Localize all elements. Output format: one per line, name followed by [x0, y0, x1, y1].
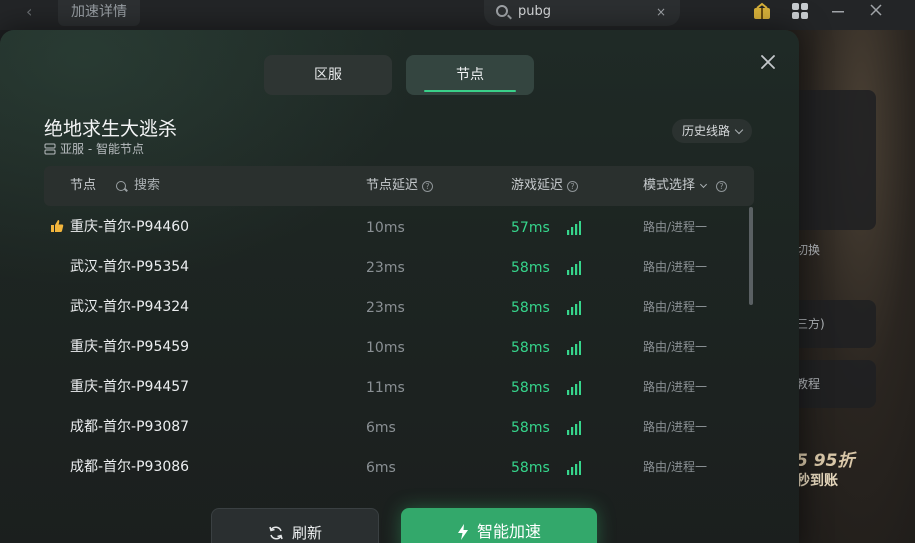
background-topbar: ‹ 加速详情 pubg × — [0, 0, 915, 30]
node-delay: 11ms — [366, 380, 405, 396]
scrollbar[interactable] — [749, 207, 753, 305]
server-info: 亚服 - 智能节点 — [44, 140, 144, 157]
smart-accelerate-button[interactable]: 智能加速 — [401, 508, 597, 543]
minimize-icon[interactable] — [828, 2, 848, 20]
mode-value[interactable]: 路由/进程一 — [643, 207, 707, 247]
node-name: 成都-首尔-P93086 — [70, 459, 190, 475]
thumbs-up-icon — [50, 219, 64, 237]
signal-strength-icon — [567, 341, 581, 355]
game-delay: 58ms — [511, 380, 550, 396]
game-delay: 58ms — [511, 460, 550, 476]
help-icon[interactable]: ? — [716, 180, 728, 192]
signal-strength-icon — [567, 421, 581, 435]
mode-value[interactable]: 路由/进程一 — [643, 447, 707, 487]
apps-grid-icon[interactable] — [790, 2, 810, 20]
clear-icon[interactable]: × — [656, 0, 666, 24]
mode-value[interactable]: 路由/进程一 — [643, 407, 707, 447]
chevron-down-icon — [699, 180, 708, 189]
mode-value[interactable]: 路由/进程一 — [643, 327, 707, 367]
chevron-down-icon — [734, 125, 744, 135]
search-icon — [116, 181, 126, 191]
signal-strength-icon — [567, 221, 581, 235]
promo-discount: 5 95折 — [796, 451, 855, 471]
node-name: 重庆-首尔-P94460 — [70, 219, 190, 235]
table-header: 节点 搜索 节点延迟? 游戏延迟? 模式选择? — [44, 166, 754, 206]
node-selection-dialog: 区服 节点 绝地求生大逃杀 亚服 - 智能节点 历史线路 节点 搜索 节点延迟?… — [0, 30, 799, 543]
help-icon[interactable]: ? — [567, 180, 579, 192]
mode-value[interactable]: 路由/进程一 — [643, 287, 707, 327]
tab-region[interactable]: 区服 — [264, 55, 392, 95]
help-icon[interactable]: ? — [422, 180, 434, 192]
window-close-icon[interactable] — [866, 2, 886, 20]
node-delay: 10ms — [366, 220, 405, 236]
background-card-switch: 切换 — [790, 90, 876, 257]
table-row[interactable]: 成都-首尔-P93087 6ms 58ms 路由/进程一 — [44, 407, 744, 447]
game-delay: 57ms — [511, 220, 550, 236]
background-card-tutorial: 教程 — [790, 360, 876, 408]
node-search-input[interactable]: 搜索 — [116, 166, 160, 206]
game-title: 绝地求生大逃杀 — [44, 118, 178, 140]
search-icon — [496, 5, 508, 17]
col-node: 节点 — [70, 178, 97, 193]
table-row[interactable]: 武汉-首尔-P94324 23ms 58ms 路由/进程一 — [44, 287, 744, 327]
refresh-button[interactable]: 刷新 — [211, 508, 379, 543]
table-row[interactable]: 武汉-首尔-P95354 23ms 58ms 路由/进程一 — [44, 247, 744, 287]
signal-strength-icon — [567, 261, 581, 275]
node-delay: 23ms — [366, 300, 405, 316]
history-route-button[interactable]: 历史线路 — [672, 119, 752, 143]
signal-strength-icon — [567, 301, 581, 315]
table-row[interactable]: 重庆-首尔-P94457 11ms 58ms 路由/进程一 — [44, 367, 744, 407]
node-delay: 6ms — [366, 420, 396, 436]
signal-strength-icon — [567, 381, 581, 395]
mode-value[interactable]: 路由/进程一 — [643, 367, 707, 407]
table-row[interactable]: 成都-首尔-P93086 6ms 58ms 路由/进程一 — [44, 447, 744, 487]
close-icon[interactable] — [758, 52, 778, 72]
background-card-third-party: 三方) — [790, 300, 876, 348]
node-delay: 23ms — [366, 260, 405, 276]
game-search-input[interactable]: pubg × — [484, 0, 680, 26]
node-delay: 6ms — [366, 460, 396, 476]
node-name: 重庆-首尔-P94457 — [70, 379, 190, 395]
tab-node[interactable]: 节点 — [406, 55, 534, 95]
node-name: 成都-首尔-P93087 — [70, 419, 190, 435]
signal-strength-icon — [567, 461, 581, 475]
node-list: 重庆-首尔-P94460 10ms 57ms 路由/进程一 武汉-首尔-P95354 23… — [44, 207, 744, 487]
node-delay: 10ms — [366, 340, 405, 356]
back-icon[interactable]: ‹ — [26, 2, 32, 21]
search-value: pubg — [518, 4, 551, 19]
game-delay: 58ms — [511, 420, 550, 436]
promo-subtitle: 秒到账 — [796, 473, 838, 489]
col-mode-select[interactable]: 模式选择? — [643, 166, 728, 206]
game-delay: 58ms — [511, 340, 550, 356]
node-name: 重庆-首尔-P95459 — [70, 339, 190, 355]
server-icon — [44, 143, 56, 154]
game-delay: 58ms — [511, 260, 550, 276]
game-delay: 58ms — [511, 300, 550, 316]
tab-acceleration-details[interactable]: 加速详情 — [58, 0, 140, 26]
col-game-delay: 游戏延迟? — [511, 166, 579, 206]
gift-icon[interactable] — [752, 2, 772, 20]
table-row[interactable]: 重庆-首尔-P94460 10ms 57ms 路由/进程一 — [44, 207, 744, 247]
refresh-icon — [269, 526, 283, 540]
server-label: 亚服 - 智能节点 — [60, 142, 144, 156]
node-name: 武汉-首尔-P95354 — [70, 259, 190, 275]
node-name: 武汉-首尔-P94324 — [70, 299, 190, 315]
lightning-icon — [457, 524, 468, 540]
table-row[interactable]: 重庆-首尔-P95459 10ms 58ms 路由/进程一 — [44, 327, 744, 367]
mode-value[interactable]: 路由/进程一 — [643, 247, 707, 287]
col-node-delay: 节点延迟? — [366, 166, 434, 206]
